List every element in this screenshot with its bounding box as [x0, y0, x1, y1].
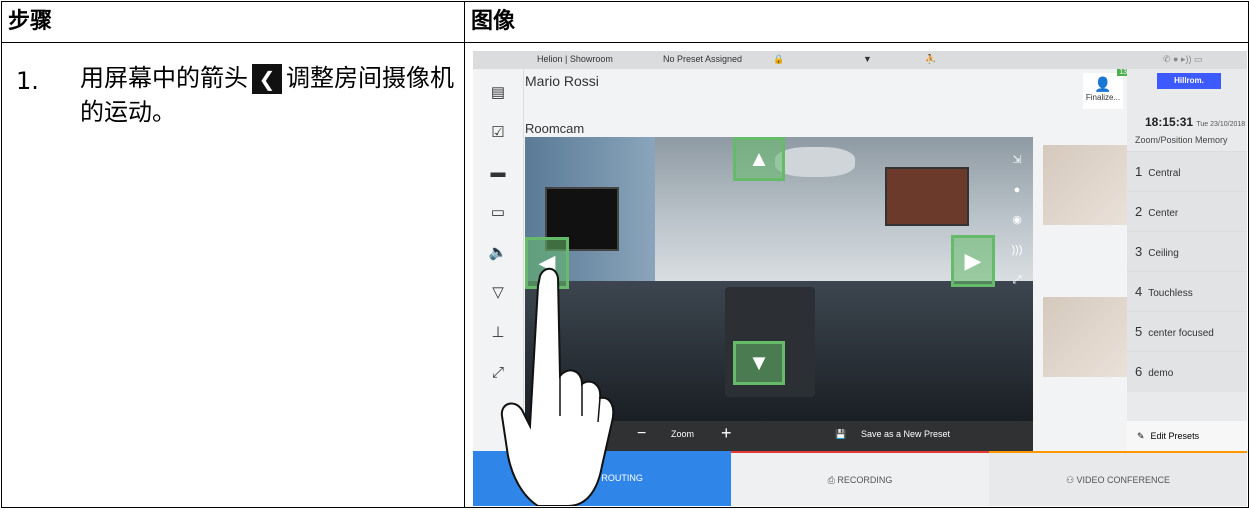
recording-icon: ⎙	[827, 475, 838, 485]
preset-number: 3	[1135, 244, 1143, 259]
step-cell: 1. 用屏幕中的箭头 ❮ 调整房间摄像机的运动。	[1, 42, 465, 508]
zoom-out-button[interactable]: −	[637, 425, 646, 443]
preset-item[interactable]: 6 demo	[1127, 351, 1247, 392]
video-thumbnails	[1035, 137, 1127, 421]
preset-item[interactable]: 5 center focused	[1127, 311, 1247, 352]
expand-icon[interactable]: ⤢	[1007, 265, 1027, 295]
operator-icon[interactable]: ⛹	[925, 54, 936, 65]
camera-down-arrow[interactable]: ▼	[733, 341, 785, 385]
video-surgery-monitor	[885, 167, 969, 226]
video-side-controls: ⇲ ● ◉ ))) ⤢	[1007, 145, 1027, 295]
preset-number: 4	[1135, 284, 1143, 299]
save-preset-label[interactable]: Save as a New Preset	[861, 429, 950, 439]
preset-name: Touchless	[1148, 288, 1193, 299]
tab-video-conference-label: VIDEO CONFERENCE	[1076, 475, 1171, 485]
thumbnail[interactable]	[1043, 297, 1127, 377]
lock-icon[interactable]: 🔒	[773, 54, 784, 65]
hillrom-logo: Hillrom.	[1157, 73, 1221, 89]
preset-name: Ceiling	[1148, 248, 1179, 259]
zoom-in-button[interactable]: +	[721, 423, 732, 444]
clock: 18:15:31 Tue 23/10/2018	[1145, 115, 1245, 129]
zoom-label: Zoom	[671, 429, 695, 439]
left-arrow-icon: ❮	[252, 64, 282, 94]
header-image: 图像	[464, 1, 1249, 43]
image-cell: Helion | Showroom No Preset Assigned 🔒 ▼…	[464, 42, 1249, 508]
pencil-icon: ✎	[1137, 431, 1145, 441]
preset-item[interactable]: 4 Touchless	[1127, 271, 1247, 312]
display-icon[interactable]: ▭	[488, 203, 508, 223]
finalize-icon: 👤	[1094, 76, 1112, 92]
edit-presets-button[interactable]: ✎ Edit Presets	[1127, 421, 1247, 451]
preset-number: 5	[1135, 324, 1143, 339]
date: Tue 23/10/2018	[1196, 121, 1246, 128]
tab-recording-label: RECORDING	[837, 475, 893, 485]
phone-icon: ✆ ● ▸)) ▭	[1163, 54, 1203, 64]
record-dot-icon[interactable]: ●	[1007, 175, 1027, 205]
step-text-before: 用屏幕中的箭头	[80, 64, 248, 92]
preset-item[interactable]: 3 Ceiling	[1127, 231, 1247, 272]
patient-name: Mario Rossi	[525, 73, 599, 89]
camera-title: Roomcam	[525, 121, 585, 136]
patient-card-icon[interactable]: ▤	[488, 83, 508, 103]
camera-up-arrow[interactable]: ▲	[733, 137, 785, 181]
video-surgical-lamp	[775, 147, 855, 177]
save-preset-icon[interactable]: 💾	[835, 429, 846, 440]
snapshot-icon[interactable]: ⇲	[1007, 145, 1027, 175]
preset-number: 6	[1135, 364, 1143, 379]
tab-video-conference[interactable]: ⚇ VIDEO CONFERENCE	[989, 451, 1247, 506]
preset-number: 2	[1135, 204, 1143, 219]
instruction-table: 步骤 图像 1. 用屏幕中的箭头 ❮ 调整房间摄像机的运动。 Helion | Sh…	[1, 1, 1249, 508]
preset-number: 1	[1135, 164, 1143, 179]
time: 18:15:31	[1145, 115, 1194, 129]
header-steps: 步骤	[1, 1, 465, 43]
preset-name: Central	[1148, 168, 1181, 179]
location-label: Helion | Showroom	[537, 54, 613, 64]
camera-icon[interactable]: ◉	[1007, 205, 1027, 235]
step-text: 用屏幕中的箭头 ❮ 调整房间摄像机的运动。	[80, 61, 455, 129]
stream-icon[interactable]: )))	[1007, 235, 1027, 265]
edit-presets-label: Edit Presets	[1150, 431, 1200, 441]
device-screenshot: Helion | Showroom No Preset Assigned 🔒 ▼…	[473, 51, 1247, 506]
finalize-button[interactable]: 👤 Finalize... 13	[1083, 69, 1129, 109]
preset-name: demo	[1148, 368, 1174, 379]
audio-icon[interactable]: 🔈	[488, 243, 508, 263]
step-number: 1.	[16, 67, 39, 95]
status-bar: Helion | Showroom No Preset Assigned 🔒 ▼…	[473, 51, 1247, 69]
checklist-icon[interactable]: ☑	[488, 123, 508, 143]
thumbnail[interactable]	[1043, 145, 1127, 225]
preset-name: Center	[1148, 208, 1179, 219]
video-conference-icon: ⚇	[1065, 475, 1077, 485]
preset-name: center focused	[1148, 328, 1214, 339]
tab-recording[interactable]: ⎙ RECORDING	[731, 451, 989, 506]
right-panel: Hillrom. 18:15:31 Tue 23/10/2018 Zoom/Po…	[1127, 69, 1247, 451]
chevron-down-icon[interactable]: ▼	[863, 54, 872, 64]
pointing-hand-icon	[500, 267, 615, 506]
finalize-label: Finalize...	[1085, 93, 1121, 102]
zoom-memory-label: Zoom/Position Memory	[1135, 135, 1228, 145]
camera-right-arrow[interactable]: ▶	[951, 235, 995, 287]
preset-item[interactable]: 1 Central	[1127, 151, 1247, 192]
preset-status: No Preset Assigned	[663, 54, 743, 64]
preset-item[interactable]: 2 Center	[1127, 191, 1247, 232]
monitors-icon[interactable]: ▬	[488, 163, 508, 183]
